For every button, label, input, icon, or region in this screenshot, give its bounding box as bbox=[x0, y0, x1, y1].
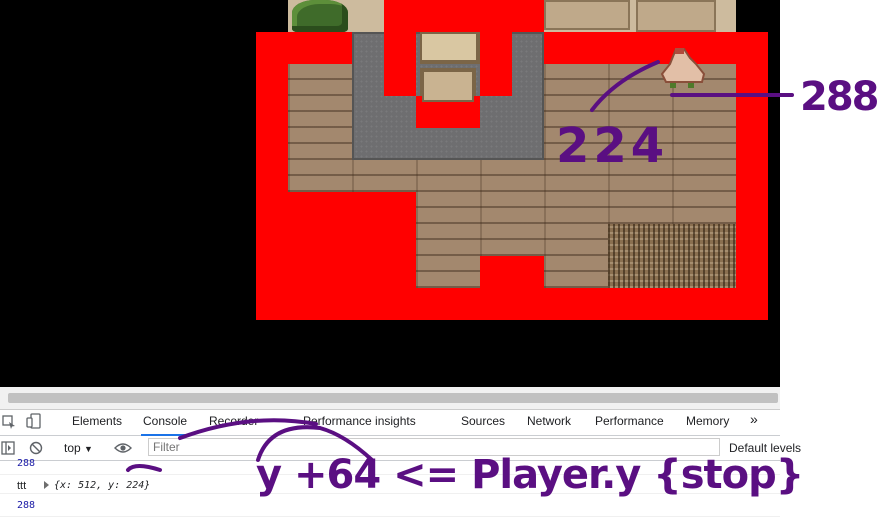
annotation-value-x: 288 bbox=[800, 74, 879, 120]
collision-bottom bbox=[256, 288, 768, 320]
shelf bbox=[544, 0, 630, 30]
more-tabs-icon[interactable]: » bbox=[750, 411, 758, 427]
console-number: 288 bbox=[17, 458, 36, 469]
devtools-tabs: Elements Console Recorder Performance in… bbox=[0, 409, 780, 436]
tab-memory[interactable]: Memory bbox=[686, 414, 729, 428]
collision-block-bottom bbox=[480, 256, 544, 288]
tab-recorder[interactable]: Recorder bbox=[209, 414, 258, 428]
plant bbox=[292, 0, 348, 32]
tab-performance-insights[interactable]: Performance insights bbox=[303, 414, 416, 428]
annotation-formula: y +64 <= Player.y {stop} bbox=[256, 452, 804, 498]
inspect-icon[interactable] bbox=[2, 415, 16, 429]
clear-console-icon[interactable] bbox=[29, 441, 43, 455]
collision-top-left bbox=[288, 32, 352, 64]
tab-performance[interactable]: Performance bbox=[595, 414, 664, 428]
context-label: top bbox=[64, 441, 81, 455]
desk-overlay bbox=[420, 32, 478, 62]
scrollbar-thumb[interactable] bbox=[8, 393, 778, 403]
sidebar-toggle-icon[interactable] bbox=[1, 441, 15, 455]
tab-elements[interactable]: Elements bbox=[72, 414, 122, 428]
collision-desk-left bbox=[384, 32, 416, 96]
collision-right bbox=[736, 32, 768, 320]
console-label: ttt bbox=[17, 480, 27, 492]
collision-block-left bbox=[288, 192, 416, 288]
collision-left bbox=[256, 32, 288, 320]
chevron-down-icon: ▼ bbox=[84, 444, 93, 454]
tab-sources[interactable]: Sources bbox=[461, 414, 505, 428]
chair-overlay bbox=[422, 70, 474, 102]
doormat bbox=[608, 224, 736, 288]
live-expression-eye-icon[interactable] bbox=[114, 441, 132, 455]
tab-console[interactable]: Console bbox=[140, 414, 190, 436]
expand-caret-icon[interactable] bbox=[44, 481, 49, 489]
horizontal-scrollbar[interactable] bbox=[0, 387, 780, 410]
game-canvas[interactable] bbox=[0, 0, 780, 387]
player-sprite bbox=[660, 48, 706, 88]
collision-desk bbox=[384, 0, 544, 32]
context-selector[interactable]: top ▼ bbox=[64, 441, 93, 455]
tab-network[interactable]: Network bbox=[527, 414, 571, 428]
console-line: 288 bbox=[0, 498, 780, 517]
console-object[interactable]: {x: 512, y: 224} bbox=[54, 480, 150, 491]
collision-desk-right bbox=[480, 32, 512, 96]
annotation-value-y: 224 bbox=[556, 118, 669, 174]
door bbox=[636, 0, 716, 32]
device-toolbar-icon[interactable] bbox=[26, 413, 42, 429]
console-number: 288 bbox=[17, 500, 36, 511]
